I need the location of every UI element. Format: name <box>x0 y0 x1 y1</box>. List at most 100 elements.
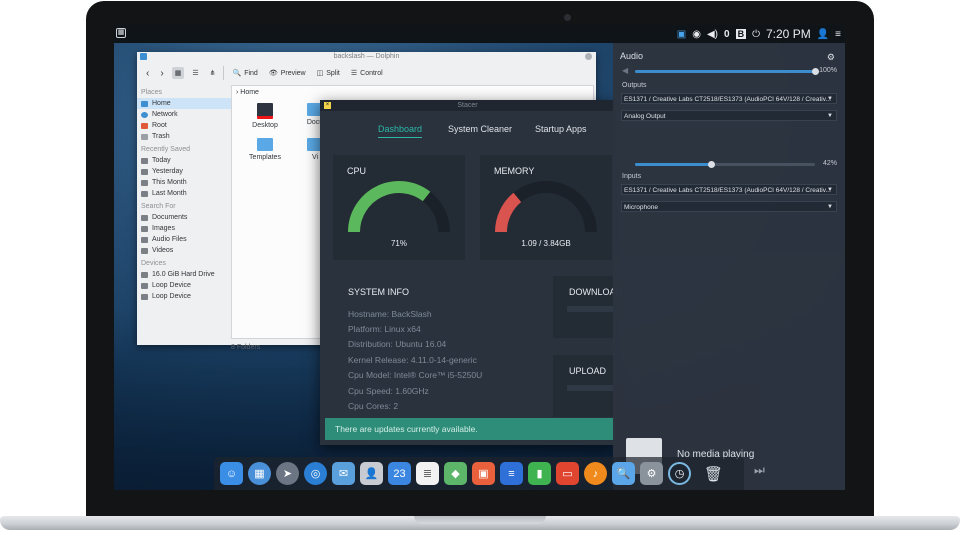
keyboard-layout-icon[interactable]: B <box>735 29 747 39</box>
home-icon <box>141 100 148 107</box>
stacer-icon[interactable]: ◷ <box>668 462 691 485</box>
file-label: Templates <box>249 154 281 161</box>
place-label: Last Month <box>152 190 187 197</box>
place-root[interactable]: Root <box>137 120 231 131</box>
menu-lines-icon[interactable]: ≡ <box>835 29 841 40</box>
screen-icon[interactable]: ▣ <box>677 29 686 40</box>
output-volume-slider[interactable] <box>635 161 815 168</box>
breadcrumb[interactable]: › Home <box>232 86 593 99</box>
user-icon[interactable]: 👤 <box>817 29 829 40</box>
browser-icon[interactable]: ◎ <box>304 462 327 485</box>
recent-this-month[interactable]: This Month <box>137 177 231 188</box>
tab-startup-apps[interactable]: Startup Apps <box>535 124 587 137</box>
device-loop-1[interactable]: Loop Device <box>137 280 231 291</box>
device-hard-drive[interactable]: 16.0 GiB Hard Drive <box>137 269 231 280</box>
output-device-select[interactable]: ES1371 / Creative Labs CT2518/ES1373 (Au… <box>621 93 837 104</box>
find-button[interactable]: 🔍 Find <box>229 67 260 79</box>
tab-dashboard[interactable]: Dashboard <box>378 124 423 138</box>
launchpad-icon[interactable]: ▦ <box>248 462 271 485</box>
network-icon[interactable]: ◉ <box>692 29 701 40</box>
places-panel: Places Home Network Root Trash Recently … <box>137 85 231 337</box>
close-icon[interactable]: × <box>324 102 331 109</box>
device-loop-2[interactable]: Loop Device <box>137 291 231 302</box>
update-notification[interactable]: There are updates currently available. <box>325 418 615 440</box>
preview-button[interactable]: 👁 Preview <box>266 67 309 79</box>
settings-icon[interactable]: ⚙ <box>640 462 663 485</box>
skip-forward-icon[interactable]: ⏭ <box>754 463 772 478</box>
music-icon[interactable]: ♪ <box>584 462 607 485</box>
icons-view-icon[interactable]: ▦ <box>171 67 185 79</box>
calendar-day: 23 <box>393 467 406 480</box>
forward-icon[interactable]: › <box>157 66 166 81</box>
breadcrumb-home[interactable]: Home <box>240 89 259 96</box>
mail-icon[interactable]: ✉ <box>332 462 355 485</box>
place-network[interactable]: Network <box>137 109 231 120</box>
output-port-value: Analog Output <box>624 113 666 120</box>
documents-icon[interactable]: ≡ <box>500 462 523 485</box>
place-label: Loop Device <box>152 293 191 300</box>
place-trash[interactable]: Trash <box>137 131 231 142</box>
close-icon[interactable] <box>585 53 592 60</box>
recent-last-month[interactable]: Last Month <box>137 188 231 199</box>
tab-system-cleaner[interactable]: System Cleaner <box>448 124 512 137</box>
desktop-folder-icon <box>257 103 273 119</box>
search-videos[interactable]: Videos <box>137 245 231 256</box>
place-home[interactable]: Home <box>137 98 231 109</box>
stacer-titlebar[interactable]: × Stacer <box>320 100 615 111</box>
master-volume-knob[interactable] <box>812 68 819 75</box>
spreadsheet-icon[interactable]: ▮ <box>528 462 551 485</box>
preview-icon[interactable]: 🔍 <box>612 462 635 485</box>
input-port-select[interactable]: Microphone ▼ <box>621 201 837 212</box>
maps-icon[interactable]: ◆ <box>444 462 467 485</box>
split-button[interactable]: ◫ Split <box>314 67 343 79</box>
split-label: Split <box>326 69 340 77</box>
presentation-icon[interactable]: ▭ <box>556 462 579 485</box>
clock[interactable]: 7:20 PM <box>766 27 811 41</box>
control-label: Control <box>360 69 383 77</box>
app-menu-icon[interactable]: ▦ <box>116 28 126 38</box>
folder-desktop[interactable]: Desktop <box>242 103 288 129</box>
power-icon[interactable]: ⏻ <box>752 29 760 40</box>
notes-icon[interactable]: ≣ <box>416 462 439 485</box>
control-button[interactable]: ☰ Control <box>348 67 386 79</box>
cpu-value: 71% <box>390 239 407 248</box>
recent-yesterday[interactable]: Yesterday <box>137 166 231 177</box>
photos-icon[interactable]: ▣ <box>472 462 495 485</box>
search-audio-files[interactable]: Audio Files <box>137 234 231 245</box>
video-icon <box>141 247 148 254</box>
place-label: Trash <box>152 133 170 140</box>
sysinfo-cpu-model: Cpu Model: Intel® Core™ i5-5250U <box>348 370 483 380</box>
volume-icon[interactable]: ◀) <box>707 29 718 40</box>
tray-counter[interactable]: 0 <box>724 29 730 40</box>
back-icon[interactable]: ‹ <box>143 66 152 81</box>
speaker-icon[interactable]: ◀ <box>622 66 628 75</box>
file-label: Desktop <box>252 122 278 129</box>
toolbar-separator <box>223 66 225 80</box>
master-volume-slider[interactable] <box>635 68 819 75</box>
master-volume-fill <box>635 70 815 73</box>
trash-icon[interactable]: 🗑 <box>702 462 725 485</box>
search-documents[interactable]: Documents <box>137 212 231 223</box>
drive-icon <box>141 282 148 289</box>
calendar-icon[interactable]: 23 <box>388 462 411 485</box>
dolphin-titlebar[interactable]: backslash — Dolphin <box>137 52 596 61</box>
recent-today[interactable]: Today <box>137 155 231 166</box>
cpu-gauge-fill <box>348 181 431 233</box>
gear-icon[interactable]: ⚙ <box>827 52 835 63</box>
place-label: Videos <box>152 247 174 254</box>
input-device-select[interactable]: ES1371 / Creative Labs CT2518/ES1373 (Au… <box>621 184 837 195</box>
search-images[interactable]: Images <box>137 223 231 234</box>
sysinfo-kernel: Kernel Release: 4.11.0-14-generic <box>348 355 477 365</box>
rocket-icon[interactable]: ➤ <box>276 462 299 485</box>
tree-view-icon[interactable]: ⋔ <box>207 67 219 79</box>
output-port-select[interactable]: Analog Output ▼ <box>621 110 837 121</box>
finder-icon[interactable]: ☺ <box>220 462 243 485</box>
upload-graph <box>567 385 613 391</box>
contacts-icon[interactable]: 👤 <box>360 462 383 485</box>
folder-templates[interactable]: Templates <box>242 138 288 161</box>
output-volume-knob[interactable] <box>707 161 715 168</box>
image-icon <box>141 225 148 232</box>
details-view-icon[interactable]: ☰ <box>189 67 201 79</box>
places-header: Places <box>141 89 163 96</box>
cpu-card: CPU 71% <box>333 155 465 260</box>
